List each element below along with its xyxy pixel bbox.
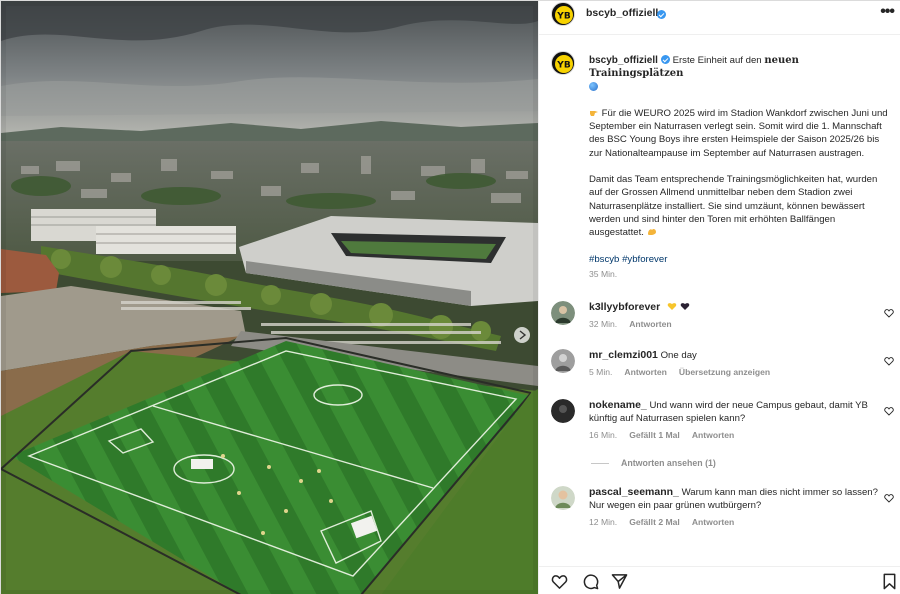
bscyb-logo-avatar[interactable]: YB — [551, 2, 575, 26]
comment-username[interactable]: nokename_ — [589, 399, 647, 411]
likes-count[interactable]: Gefällt 2 Mal — [629, 517, 680, 527]
caption-username[interactable]: bscyb_offiziell — [589, 55, 658, 66]
comment-time: 32 Min. — [589, 319, 618, 329]
comment-icon[interactable] — [582, 573, 599, 590]
post-caption: bscyb_offiziell Erste Einheit auf den ne… — [589, 54, 889, 281]
globe-emoji — [589, 81, 598, 91]
like-comment-heart-icon[interactable] — [884, 493, 894, 503]
caption-paragraph-1: Für die WEURO 2025 wird im Stadion Wankd… — [589, 107, 888, 159]
flexed-biceps-emoji — [647, 229, 656, 236]
commenter-avatar[interactable] — [551, 399, 575, 423]
pointing-hand-emoji — [590, 110, 598, 116]
comment-time: 16 Min. — [589, 430, 618, 440]
share-icon[interactable] — [611, 573, 628, 590]
svg-text:YB: YB — [556, 61, 571, 71]
caption-avatar[interactable]: YB — [551, 51, 575, 75]
view-replies-link[interactable]: Antworten ansehen (1) — [591, 458, 716, 468]
svg-text:YB: YB — [556, 12, 571, 22]
like-comment-heart-icon[interactable] — [884, 308, 894, 318]
post-side-panel: YB bscyb_offiziell ••• YB bscyb_offiziel… — [538, 1, 900, 594]
likes-count[interactable]: Gefällt 1 Mal — [629, 430, 680, 440]
reply-link[interactable]: Antworten — [692, 430, 735, 440]
stadium-aerial-photo — [1, 1, 538, 594]
commenter-avatar[interactable] — [551, 486, 575, 510]
comment-time: 12 Min. — [589, 517, 618, 527]
post-header: YB bscyb_offiziell ••• — [539, 1, 900, 35]
comment-time: 5 Min. — [589, 367, 613, 377]
instagram-post-window: YB bscyb_offiziell ••• YB bscyb_offiziel… — [0, 0, 900, 594]
reply-link[interactable]: Antworten — [629, 319, 672, 329]
black-heart-emoji — [680, 303, 689, 310]
like-comment-heart-icon[interactable] — [884, 406, 894, 416]
reply-link[interactable]: Antworten — [624, 367, 667, 377]
post-photo[interactable] — [1, 1, 538, 594]
caption-lead: Erste Einheit auf den — [672, 55, 762, 66]
reply-link[interactable]: Antworten — [692, 517, 735, 527]
bookmark-icon[interactable] — [881, 573, 898, 590]
commenter-avatar[interactable] — [551, 349, 575, 373]
comment-username[interactable]: mr_clemzi001 — [589, 349, 658, 361]
caption-time: 35 Min. — [589, 268, 618, 279]
caption-paragraph-2: Damit das Team entsprechende Trainingsmö… — [589, 174, 878, 239]
yellow-heart-emoji — [667, 303, 677, 310]
caption-hashtags[interactable]: #bscyb #ybforever — [589, 253, 889, 266]
heart-outline-icon[interactable] — [551, 573, 568, 590]
commenter-avatar[interactable] — [551, 301, 575, 325]
post-action-bar — [539, 566, 900, 594]
comment-text: One day — [660, 350, 697, 361]
post-author-username[interactable]: bscyb_offiziell — [586, 7, 658, 19]
more-horizontal-icon[interactable]: ••• — [880, 3, 895, 21]
comment-username[interactable]: pascal_seemann_ — [589, 486, 679, 498]
verified-badge-icon — [660, 55, 670, 64]
translate-link[interactable]: Übersetzung anzeigen — [679, 367, 770, 377]
comment-username[interactable]: k3llyybforever — [589, 301, 660, 313]
verified-badge-icon — [657, 10, 666, 19]
like-comment-heart-icon[interactable] — [884, 356, 894, 366]
